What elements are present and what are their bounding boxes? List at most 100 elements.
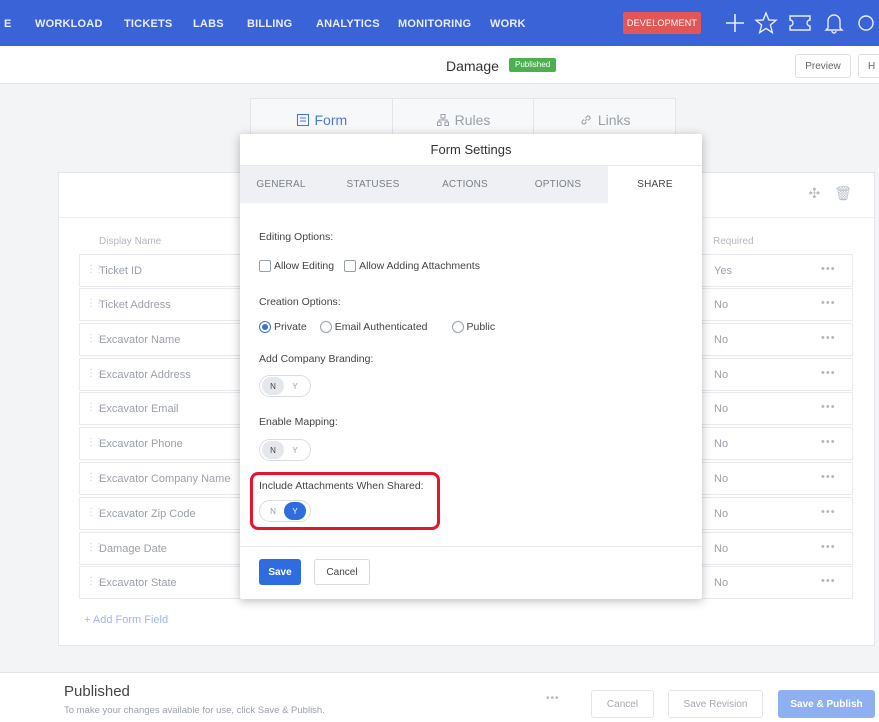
tab-form-label: Form xyxy=(314,111,348,128)
nav-item-analytics[interactable]: ANALYTICS xyxy=(316,18,380,30)
field-name: Excavator State xyxy=(99,577,177,589)
bell-icon[interactable] xyxy=(821,10,847,36)
save-revision-button[interactable]: Save Revision xyxy=(668,690,763,718)
form-icon xyxy=(296,113,309,126)
nav-item-monitoring[interactable]: MONITORING xyxy=(398,18,471,30)
column-header-required: Required xyxy=(713,236,754,247)
field-required: Yes xyxy=(714,265,732,277)
field-name: Excavator Company Name xyxy=(99,473,231,485)
enable-mapping-toggle[interactable]: N Y xyxy=(259,439,311,461)
field-name: Damage Date xyxy=(99,543,167,555)
field-name: Ticket Address xyxy=(99,299,171,311)
preview-button[interactable]: Preview xyxy=(795,54,851,78)
modal-footer: Save Cancel xyxy=(240,546,702,599)
field-name: Excavator Address xyxy=(99,369,191,381)
tab-share[interactable]: SHARE xyxy=(608,166,702,203)
help-button[interactable]: H xyxy=(858,54,879,78)
more-options-icon[interactable]: ••• xyxy=(821,541,836,553)
link-icon xyxy=(581,114,591,125)
field-required: No xyxy=(714,334,729,346)
field-name: Excavator Phone xyxy=(99,438,183,450)
email-authenticated-radio[interactable] xyxy=(319,321,332,333)
nav-item-work[interactable]: WORK xyxy=(490,18,526,30)
column-header-display-name: Display Name xyxy=(99,236,162,247)
publish-hint: To make your changes available for use, … xyxy=(64,705,325,716)
more-options-icon[interactable]: ••• xyxy=(821,401,836,413)
field-name: Ticket ID xyxy=(99,265,142,277)
form-settings-modal: Form Settings GENERAL STATUSES ACTIONS O… xyxy=(240,134,702,599)
field-required: No xyxy=(714,577,729,589)
public-label: Public xyxy=(466,321,496,333)
editing-options-group: Allow Editing Allow Adding Attachments xyxy=(259,260,480,272)
field-required: No xyxy=(714,438,729,450)
more-options-icon[interactable]: ••• xyxy=(821,471,836,483)
modal-tabs: GENERAL STATUSES ACTIONS OPTIONS SHARE xyxy=(240,166,702,203)
more-options-icon[interactable]: ••• xyxy=(821,263,836,275)
nav-item-workload[interactable]: WORKLOAD xyxy=(35,18,103,30)
enable-mapping-label: Enable Mapping: xyxy=(259,416,338,428)
allow-editing-checkbox[interactable] xyxy=(259,260,271,272)
toggle-option-n[interactable]: N xyxy=(262,441,284,459)
publish-bar: Published To make your changes available… xyxy=(0,672,879,722)
allow-attachments-checkbox[interactable] xyxy=(344,260,357,272)
page-title: Damage xyxy=(446,58,499,74)
public-radio[interactable] xyxy=(451,321,464,333)
publish-status: Published xyxy=(64,683,130,700)
more-options-icon[interactable]: ••• xyxy=(821,367,836,379)
plus-icon[interactable] xyxy=(722,10,748,36)
company-branding-label: Add Company Branding: xyxy=(259,353,374,365)
creation-options-group: Private Email Authenticated Public xyxy=(259,321,495,333)
tab-rules-label: Rules xyxy=(454,111,491,128)
tab-actions[interactable]: ACTIONS xyxy=(425,166,505,203)
more-options-icon[interactable]: ••• xyxy=(821,332,836,344)
highlight-annotation xyxy=(250,472,440,530)
tab-general[interactable]: GENERAL xyxy=(240,166,322,203)
environment-badge: DEVELOPMENT xyxy=(623,12,701,34)
move-icon[interactable]: ✣ xyxy=(808,185,820,202)
field-required: No xyxy=(714,508,729,520)
company-branding-toggle[interactable]: N Y xyxy=(259,375,311,397)
more-options-icon[interactable]: ••• xyxy=(821,506,836,518)
field-required: No xyxy=(714,543,729,555)
settings-icon[interactable] xyxy=(853,10,879,36)
field-name: Excavator Email xyxy=(99,403,179,415)
toggle-option-y[interactable]: Y xyxy=(284,377,306,395)
email-authenticated-label: Email Authenticated xyxy=(334,321,428,333)
tab-links-label: Links xyxy=(597,111,631,128)
save-publish-button[interactable]: Save & Publish xyxy=(778,690,875,718)
more-options-icon[interactable]: ••• xyxy=(821,436,836,448)
top-nav: E WORKLOAD TICKETS LABS BILLING ANALYTIC… xyxy=(0,0,879,46)
field-required: No xyxy=(714,369,729,381)
ticket-icon[interactable] xyxy=(787,10,813,36)
cancel-button[interactable]: Cancel xyxy=(314,559,370,585)
rules-icon xyxy=(436,113,449,126)
status-badge: Published xyxy=(509,58,557,72)
more-actions-icon[interactable]: ••• xyxy=(546,693,560,704)
field-name: Excavator Name xyxy=(99,334,181,346)
tab-options[interactable]: OPTIONS xyxy=(516,166,600,203)
trash-icon[interactable]: 🗑 xyxy=(834,185,852,202)
toggle-option-n[interactable]: N xyxy=(262,377,284,395)
allow-editing-label: Allow Editing xyxy=(274,260,335,272)
toggle-option-y[interactable]: Y xyxy=(284,441,306,459)
nav-item-labs[interactable]: LABS xyxy=(193,18,224,30)
private-label: Private xyxy=(274,321,307,333)
page-header: Damage Published Preview H xyxy=(0,46,879,84)
modal-title: Form Settings xyxy=(240,134,702,166)
tab-statuses[interactable]: STATUSES xyxy=(333,166,413,203)
nav-item-billing[interactable]: BILLING xyxy=(247,18,292,30)
save-button[interactable]: Save xyxy=(259,559,301,585)
more-options-icon[interactable]: ••• xyxy=(821,297,836,309)
bottom-cancel-button[interactable]: Cancel xyxy=(591,690,654,718)
allow-attachments-label: Allow Adding Attachments xyxy=(359,260,480,272)
add-form-field-link[interactable]: + Add Form Field xyxy=(84,614,168,626)
nav-item-e[interactable]: E xyxy=(4,18,12,30)
private-radio[interactable] xyxy=(259,321,271,333)
creation-options-label: Creation Options: xyxy=(259,296,341,308)
more-options-icon[interactable]: ••• xyxy=(821,575,836,587)
field-required: No xyxy=(714,403,729,415)
nav-item-tickets[interactable]: TICKETS xyxy=(124,18,172,30)
field-name: Excavator Zip Code xyxy=(99,508,196,520)
star-icon[interactable] xyxy=(753,10,779,36)
field-required: No xyxy=(714,473,729,485)
